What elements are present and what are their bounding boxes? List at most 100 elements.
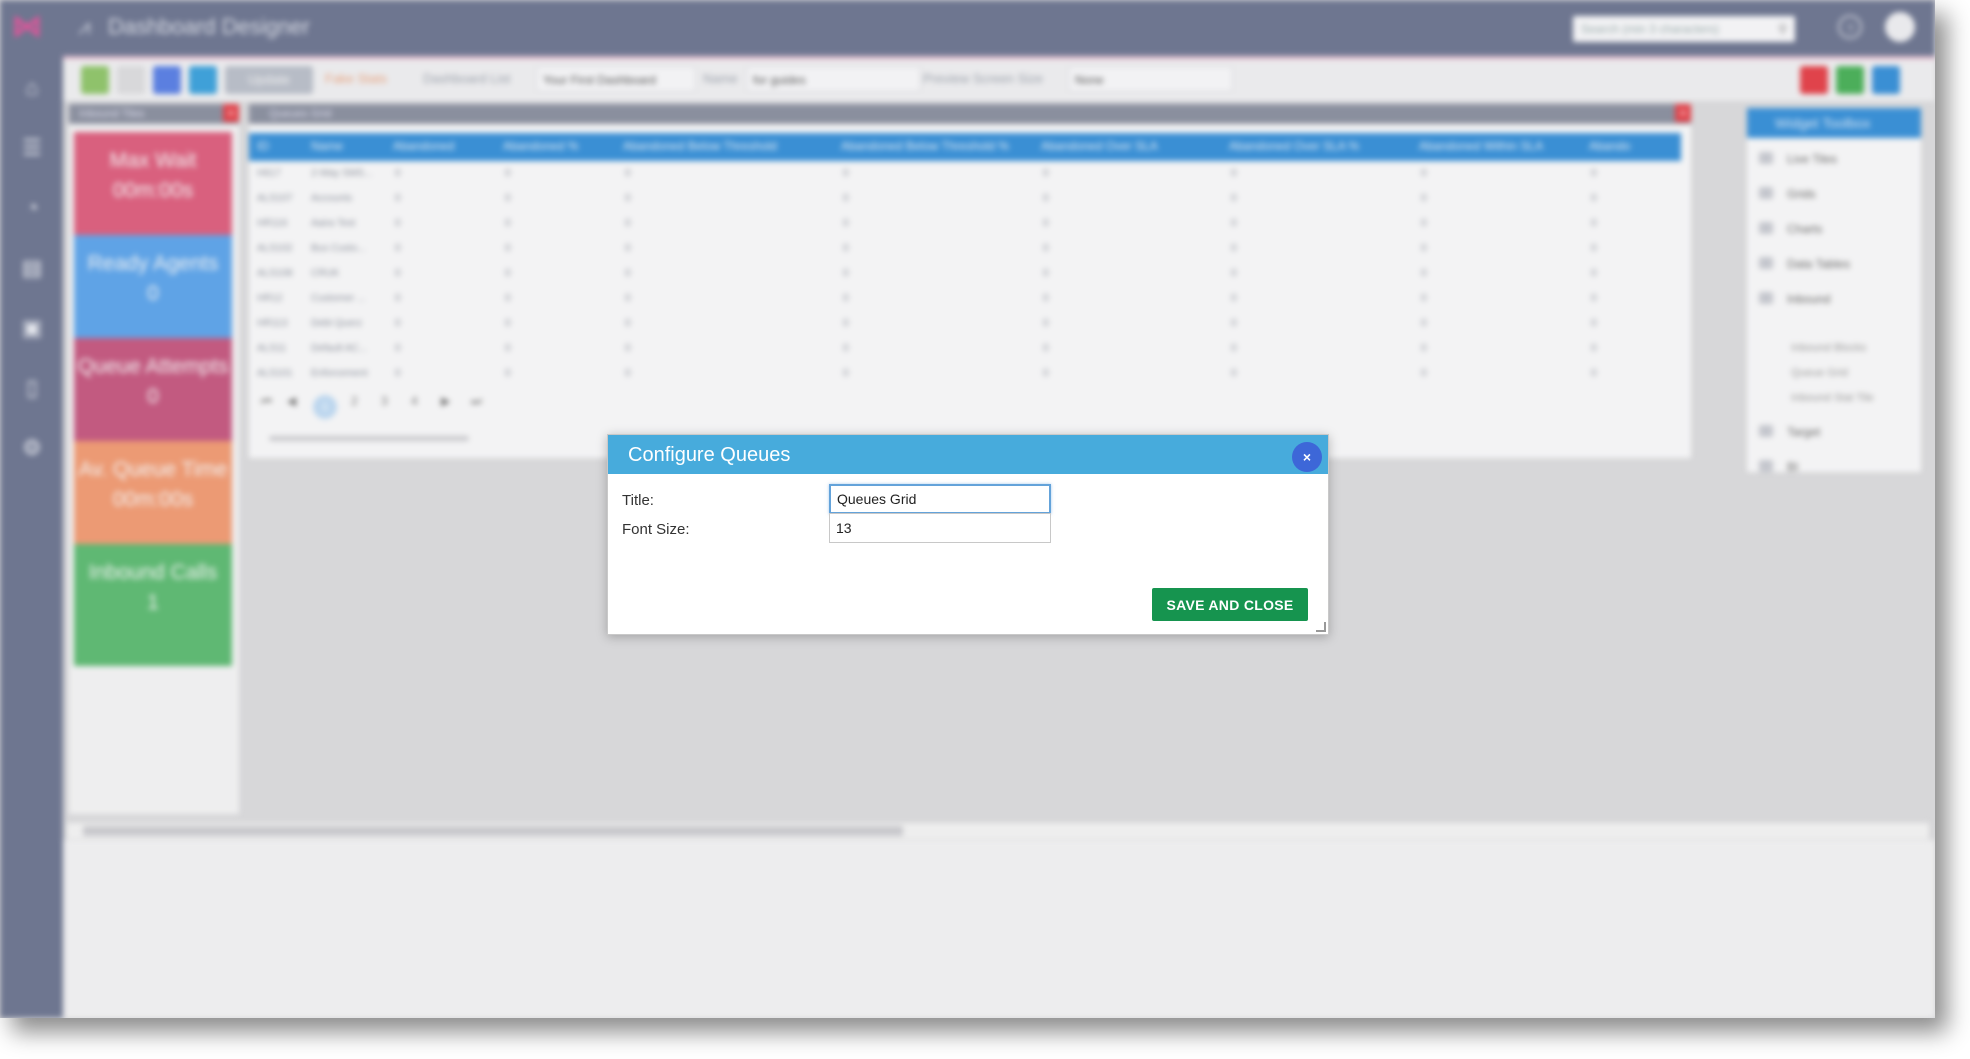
document-icon[interactable]: ▯ <box>18 376 46 400</box>
table-cell: 0 <box>395 168 401 179</box>
toolbox-item[interactable]: Live Tiles <box>1787 152 1837 166</box>
close-button[interactable]: × <box>1292 442 1322 472</box>
name-input[interactable]: for guides <box>746 66 921 92</box>
table-cell: 0 <box>843 218 849 229</box>
dialog-header: Configure Queues × <box>608 435 1328 474</box>
tile-label: Queue Attempts <box>77 355 229 378</box>
toolbox-item[interactable]: Charts <box>1787 222 1822 236</box>
clear-button[interactable] <box>117 66 145 94</box>
pdf-button[interactable] <box>1800 66 1828 94</box>
resize-handle[interactable] <box>1316 622 1326 632</box>
table-cell: ALS107 <box>257 193 293 204</box>
column-header[interactable]: Abandoned Over SLA % <box>1229 139 1359 153</box>
table-cell: Customer ... <box>311 293 366 304</box>
prev-page-icon[interactable]: ◀ <box>287 394 296 408</box>
table-cell: 0 <box>1591 318 1597 329</box>
new-button[interactable] <box>153 66 181 94</box>
column-header[interactable]: ID <box>257 139 269 153</box>
column-header[interactable]: Abandoned Within SLA <box>1419 139 1543 153</box>
close-icon[interactable]: × <box>223 104 239 122</box>
inbound-tiles-panel: Inbound Tiles × Max Wait 00m:00s Ready Age… <box>69 104 239 814</box>
search-input[interactable]: Search (min 3 characters) ⚲ <box>1573 16 1795 42</box>
widget-icon <box>1759 425 1773 437</box>
pager-page-current[interactable]: 1 <box>313 395 337 419</box>
toolbox-title: Widget Toolbox <box>1747 108 1921 138</box>
layout-button[interactable] <box>1872 66 1900 94</box>
widget-icon <box>1759 152 1773 164</box>
save-and-close-button[interactable]: SAVE AND CLOSE <box>1152 588 1308 621</box>
table-cell: 0 <box>625 268 631 279</box>
toolbox-sub-item[interactable]: Inbound Blocks <box>1791 342 1866 354</box>
table-cell: 0 <box>1043 318 1049 329</box>
app-icon: ⩘ <box>78 14 91 39</box>
copy-button[interactable] <box>189 66 217 94</box>
first-page-icon[interactable]: ⏮ <box>261 394 272 409</box>
column-header[interactable]: Abandoned <box>393 139 454 153</box>
toolbox-item[interactable]: BI <box>1787 460 1798 474</box>
pager-page[interactable]: 3 <box>381 394 388 408</box>
table-cell: 0 <box>395 243 401 254</box>
pager-page[interactable]: 2 <box>351 394 358 408</box>
canvas-scrollbar[interactable] <box>67 823 1929 839</box>
home-icon[interactable]: ⌂ <box>18 76 46 100</box>
settings-icon[interactable]: ⚙ <box>18 436 46 460</box>
table-cell: HR116 <box>257 218 288 229</box>
tile-value: 00m:00s <box>112 488 194 511</box>
table-cell: 0 <box>1591 293 1597 304</box>
grid-scrollbar[interactable] <box>269 436 469 441</box>
last-page-icon[interactable]: ⏭ <box>471 394 482 409</box>
table-cell: 0 <box>1421 218 1427 229</box>
scrollbar-thumb[interactable] <box>83 826 903 836</box>
next-page-icon[interactable]: ▶ <box>441 394 450 408</box>
font-size-input[interactable] <box>829 513 1051 543</box>
table-cell: 0 <box>625 293 631 304</box>
table-cell: 0 <box>1591 243 1597 254</box>
close-icon[interactable]: × <box>1675 104 1691 122</box>
dashboard-list-select[interactable]: Your First Dashboard <box>536 66 696 92</box>
toolbox-item[interactable]: Grids <box>1787 187 1816 201</box>
preview-size-select[interactable]: None <box>1068 66 1233 92</box>
column-header[interactable]: Abandoned Below Threshold % <box>841 139 1009 153</box>
toolbox-sub-item[interactable]: Queue Grid <box>1791 367 1848 379</box>
toolbox-item[interactable]: Inbound <box>1787 292 1830 306</box>
fake-stats-checkbox[interactable]: Fake Stats <box>325 71 387 86</box>
tile-value: 0 <box>147 385 159 408</box>
column-header[interactable]: Abandoned Below Threshold <box>623 139 777 153</box>
title-input[interactable] <box>829 484 1051 514</box>
sidebar: ⌂ ☰ ◔ ▤ ▣ ▯ ⚙ <box>0 56 63 1018</box>
table-cell: 0 <box>1231 368 1237 379</box>
table-cell: Bus Custo... <box>311 243 366 254</box>
table-cell: 0 <box>1043 168 1049 179</box>
update-button[interactable]: Update <box>225 66 313 94</box>
grid-layout-button[interactable] <box>81 66 109 94</box>
table-cell: 0 <box>1421 293 1427 304</box>
database-icon[interactable]: ▤ <box>18 256 46 280</box>
table-cell: 0 <box>395 193 401 204</box>
table-cell: 0 <box>505 268 511 279</box>
export-button[interactable] <box>1836 66 1864 94</box>
help-icon[interactable]: ? <box>1838 15 1862 39</box>
table-cell: ALS108 <box>257 268 293 279</box>
table-cell: 0 <box>1231 243 1237 254</box>
table-cell: 0 <box>505 168 511 179</box>
table-cell: 0 <box>625 218 631 229</box>
grid-header: ID Name Abandoned Abandoned % Abandoned Belo… <box>249 133 1681 161</box>
toolbox-sub-item[interactable]: Inbound Stat Tile <box>1791 392 1874 404</box>
table-cell: 0 <box>843 343 849 354</box>
font-size-label: Font Size: <box>622 521 690 538</box>
app-title: Dashboard Designer <box>108 14 310 39</box>
column-header[interactable]: Abandoned Over SLA <box>1041 139 1158 153</box>
toolbox-item[interactable]: Target <box>1787 425 1820 439</box>
column-header[interactable]: Abando <box>1589 139 1630 153</box>
table-cell: Enforcement <box>311 368 368 379</box>
list-icon[interactable]: ☰ <box>18 136 46 160</box>
pager-page[interactable]: 4 <box>411 394 418 408</box>
toolbox-item[interactable]: Data Tables <box>1787 257 1850 271</box>
table-cell: 0 <box>1421 368 1427 379</box>
column-header[interactable]: Name <box>311 139 343 153</box>
contacts-icon[interactable]: ▣ <box>18 316 46 340</box>
gauge-icon[interactable]: ◔ <box>18 196 46 220</box>
avatar[interactable] <box>1885 12 1915 42</box>
table-cell: Debt Querz <box>311 318 363 329</box>
column-header[interactable]: Abandoned % <box>503 139 578 153</box>
